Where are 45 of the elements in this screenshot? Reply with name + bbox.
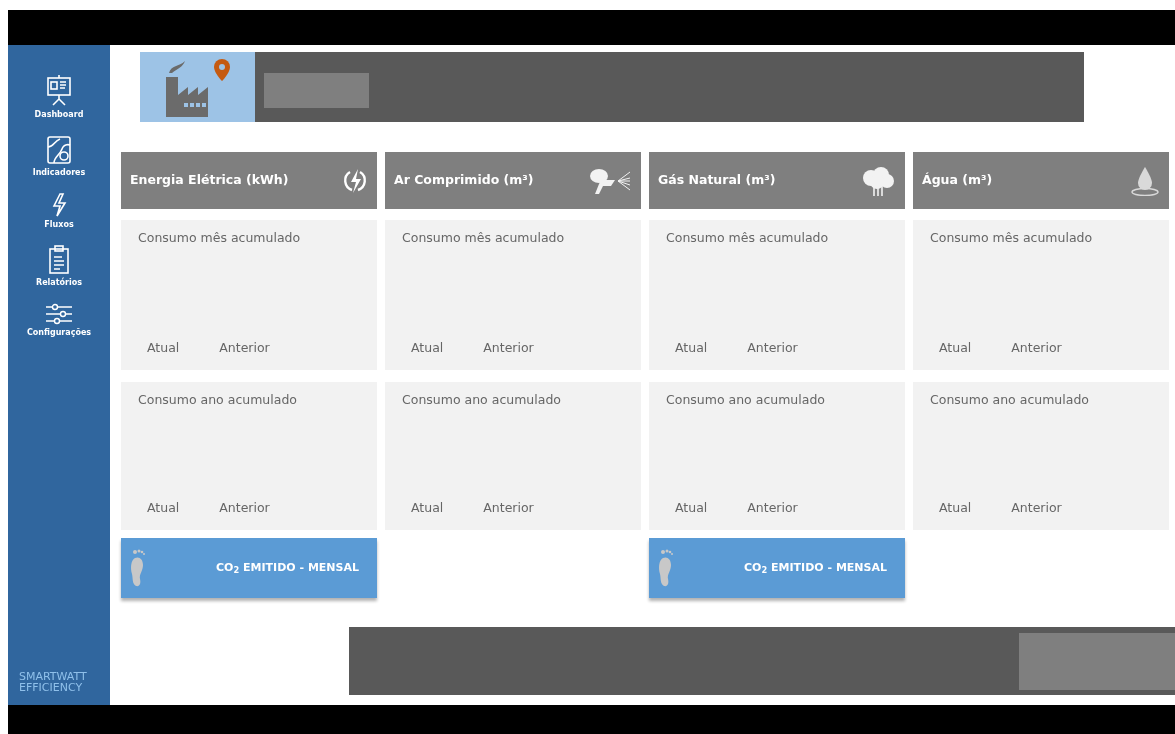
kpi-title: Consumo mês acumulado — [402, 229, 566, 247]
kpi-label: Anterior — [483, 339, 534, 358]
kpi-label: Anterior — [1011, 499, 1062, 518]
bolt-icon — [51, 193, 67, 217]
kpi-title: Consumo mês acumulado — [138, 229, 302, 247]
sidebar-item[interactable]: Configurações — [26, 303, 92, 339]
kpi-label: Anterior — [747, 339, 798, 358]
section-title: Gás Natural (m³) — [658, 171, 776, 190]
sidebar-item[interactable]: Indicadores — [32, 135, 86, 179]
kpi-label: Anterior — [747, 499, 798, 518]
kpi-title: Consumo ano acumulado — [402, 391, 562, 409]
section-title: Energia Elétrica (kWh) — [130, 171, 289, 190]
kpi-label: Atual — [147, 339, 180, 358]
air-nozzle-icon — [589, 167, 631, 194]
cloud-icon — [861, 165, 895, 196]
kpi-label: Atual — [411, 339, 444, 358]
kpi-label: Atual — [939, 499, 972, 518]
kpi-title: Consumo mês acumulado — [930, 229, 1094, 247]
brand-logo: SMARTWATT EFFICIENCY — [18, 671, 87, 693]
kpi-label: Anterior — [483, 499, 534, 518]
footprint-icon — [129, 548, 145, 588]
footprint-icon — [657, 548, 673, 588]
kpi-label: Atual — [675, 499, 708, 518]
map-icon — [46, 135, 72, 165]
section-title: Ar Comprimido (m³) — [394, 171, 534, 190]
sliders-icon — [45, 303, 73, 325]
kpi-label: Anterior — [1011, 339, 1062, 358]
kpi-label: Anterior — [219, 339, 270, 358]
sidebar-item[interactable]: Dashboard — [34, 75, 84, 121]
kpi-title: Consumo ano acumulado — [138, 391, 298, 409]
kpi-label: Atual — [675, 339, 708, 358]
water-drop-icon — [1131, 165, 1159, 196]
kpi-title: Consumo ano acumulado — [930, 391, 1090, 409]
sidebar-item[interactable]: Relatórios — [36, 245, 82, 289]
clipboard-icon — [48, 245, 70, 275]
sidebar-item[interactable]: Fluxos — [44, 193, 74, 231]
kpi-title: Consumo mês acumulado — [666, 229, 830, 247]
dashboard-icon — [46, 75, 72, 107]
section-title: Água (m³) — [922, 171, 993, 190]
kpi-label: Atual — [147, 499, 180, 518]
kpi-title: Consumo ano acumulado — [666, 391, 826, 409]
kpi-label: Atual — [939, 339, 972, 358]
kpi-label: Anterior — [219, 499, 270, 518]
bolt-circle-icon — [343, 167, 367, 194]
kpi-label: Atual — [411, 499, 444, 518]
